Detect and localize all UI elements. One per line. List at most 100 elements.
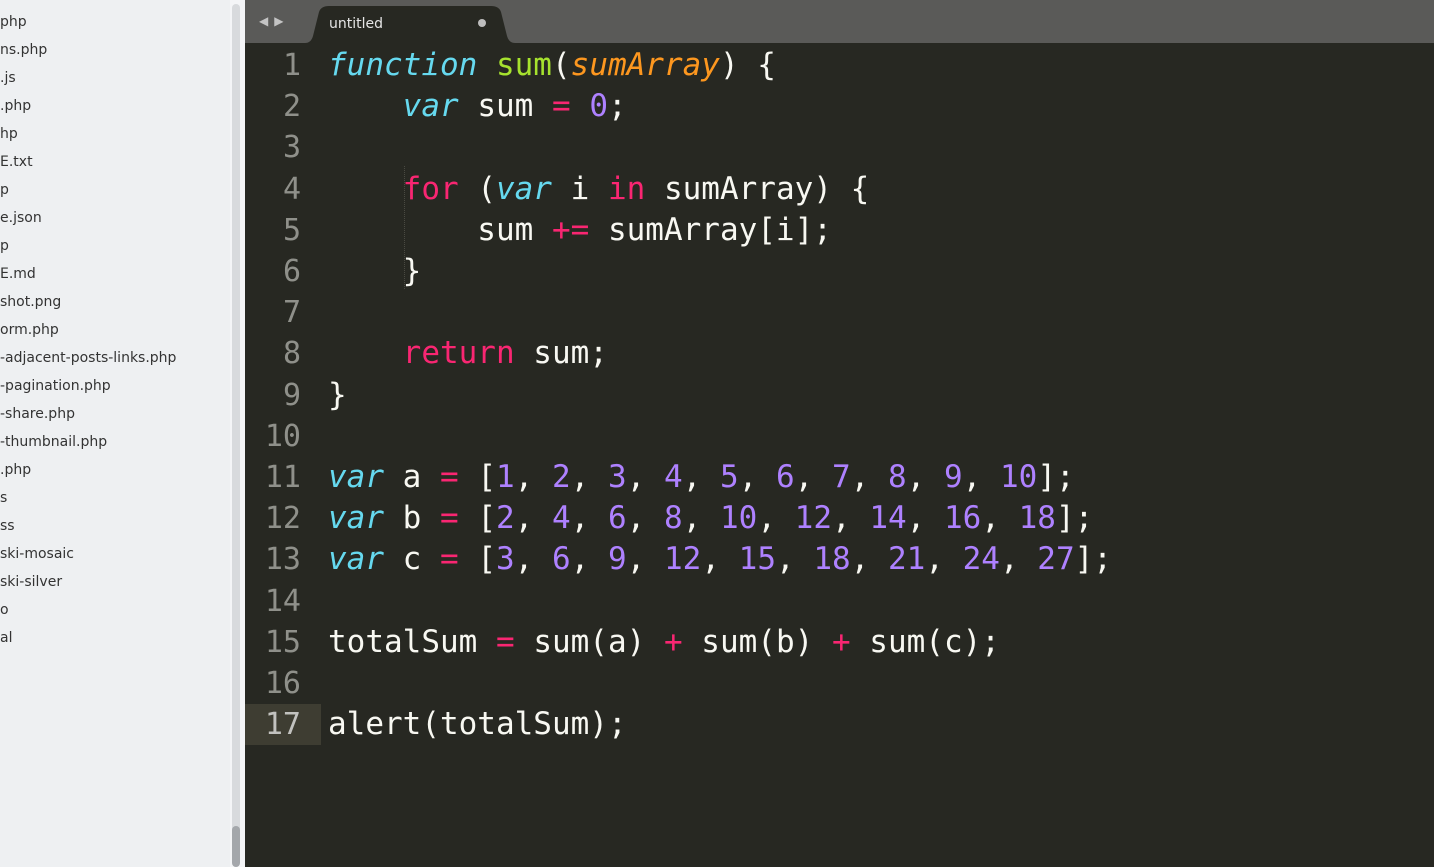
code-line[interactable]: } (328, 251, 422, 292)
dot-icon[interactable] (478, 19, 486, 27)
code-token: ]; (1037, 459, 1075, 495)
sidebar-file-item[interactable]: -adjacent-posts-links.php (0, 344, 176, 372)
code-token: = (440, 500, 459, 537)
code-token: 10 (1000, 459, 1038, 495)
code-line[interactable]: var a = [1, 2, 3, 4, 5, 6, 7, 8, 9, 10]; (328, 457, 1075, 498)
sidebar-file-item[interactable]: shot.png (0, 288, 61, 316)
code-token: , (850, 541, 888, 578)
sidebar-file-item[interactable]: o (0, 596, 9, 624)
code-token: += (551, 211, 590, 248)
sidebar-file-item[interactable]: p (0, 232, 9, 260)
code-token: 8 (888, 459, 907, 495)
code-line[interactable]: return sum; (328, 333, 608, 374)
indent-guide (404, 166, 405, 289)
code-token: 3 (496, 541, 515, 578)
code-token: = (440, 459, 459, 495)
sidebar-scrollbar[interactable] (230, 0, 245, 867)
code-token: 6 (776, 459, 795, 495)
code-line[interactable]: totalSum = sum(a) + sum(b) + sum(c); (328, 622, 1000, 663)
code-token: 5 (720, 459, 739, 495)
code-token: , (906, 500, 944, 537)
code-token: } (328, 376, 347, 413)
code-token: , (850, 459, 888, 495)
code-line[interactable]: } (328, 375, 347, 416)
code-line[interactable]: var b = [2, 4, 6, 8, 10, 12, 14, 16, 18]… (328, 498, 1093, 539)
sidebar-file-item[interactable]: -share.php (0, 400, 75, 428)
sidebar-file-item[interactable]: E.md (0, 260, 36, 288)
code-editor[interactable]: 1 2 3 4 5 6 7 8 9 10 11 12 13 14 15 16 17 function sum(s… (245, 43, 1434, 867)
back-arrow-icon[interactable]: ◀ (259, 14, 274, 28)
scrollbar-thumb[interactable] (232, 826, 240, 867)
code-token: } (328, 253, 422, 289)
line-number: 16 (264, 666, 301, 701)
code-token: sum (458, 88, 552, 125)
sidebar-file-item[interactable]: orm.php (0, 316, 59, 344)
code-token: [ (458, 500, 496, 537)
sidebar-file-item[interactable]: hp (0, 120, 18, 148)
code-token: [ (458, 459, 496, 495)
sidebar-file-item[interactable]: .js (0, 64, 16, 92)
line-number: 14 (264, 583, 301, 619)
code-token: , (962, 459, 1000, 495)
code-token: alert(totalSum); (328, 706, 627, 743)
code-token: , (514, 541, 552, 578)
sidebar-file-item[interactable]: ski-silver (0, 568, 62, 596)
code-token: sum (495, 47, 552, 83)
sidebar-file-item[interactable]: ss (0, 512, 15, 540)
sidebar-file-item[interactable]: .php (0, 456, 31, 484)
code-token: 1 (496, 459, 515, 495)
code-token: 27 (1037, 541, 1075, 578)
sidebar-file-item[interactable]: .php (0, 92, 31, 120)
code-token: 9 (608, 541, 627, 578)
sidebar-file-item[interactable]: p (0, 176, 9, 204)
code-token: + (663, 623, 683, 660)
line-number: 1 (282, 48, 301, 83)
sidebar-file-item[interactable]: php (0, 8, 27, 36)
code-token: sum(a) (514, 623, 664, 660)
code-token: 14 (869, 500, 907, 537)
line-number: 12 (264, 501, 301, 537)
sidebar-file-item[interactable]: e.json (0, 204, 42, 232)
code-token: 15 (738, 541, 776, 578)
sidebar-file-item[interactable]: s (0, 484, 7, 512)
code-line[interactable]: var c = [3, 6, 9, 12, 15, 18, 21, 24, 27… (328, 539, 1112, 580)
sidebar-file-item[interactable]: ski-mosaic (0, 540, 74, 568)
code-token: , (570, 541, 608, 578)
code-token: i (551, 170, 608, 207)
code-token: c (384, 541, 440, 578)
line-number: 17 (264, 707, 301, 743)
code-token: 3 (608, 459, 627, 495)
code-token: , (570, 500, 608, 537)
code-token: , (570, 459, 608, 495)
code-token: = (551, 88, 571, 125)
code-token: 18 (1018, 500, 1056, 537)
sidebar-file-item[interactable]: -pagination.php (0, 372, 111, 400)
forward-arrow-icon[interactable]: ▶ (274, 14, 289, 28)
code-token: var (328, 459, 384, 495)
code-token: 6 (608, 500, 627, 537)
code-token: var (328, 500, 384, 537)
sidebar-file-item[interactable]: E.txt (0, 148, 33, 176)
sidebar-file-item[interactable]: -thumbnail.php (0, 428, 107, 456)
code-token: 21 (887, 541, 926, 578)
code-token: ]; (1074, 541, 1112, 578)
sidebar-file-item[interactable]: ns.php (0, 36, 47, 64)
code-token: sum(c); (850, 623, 1000, 660)
scrollbar-track[interactable] (232, 4, 240, 863)
code-line[interactable]: alert(totalSum); (328, 704, 627, 745)
sidebar-file-item[interactable]: al (0, 624, 12, 652)
code-token: 10 (720, 500, 758, 537)
line-number: 7 (282, 295, 301, 331)
code-line[interactable]: var sum = 0; (328, 86, 627, 127)
code-token: [ (458, 541, 496, 578)
line-number: 10 (264, 418, 301, 454)
code-token: sum(b) (682, 623, 832, 660)
code-line[interactable]: function sum(sumArray) { (328, 45, 776, 86)
code-token: ; (608, 88, 627, 125)
code-token: , (757, 500, 795, 537)
code-line[interactable]: for (var i in sumArray) { (328, 169, 870, 210)
code-token: 24 (962, 541, 1000, 578)
tab-untitled[interactable]: untitled (305, 6, 515, 43)
